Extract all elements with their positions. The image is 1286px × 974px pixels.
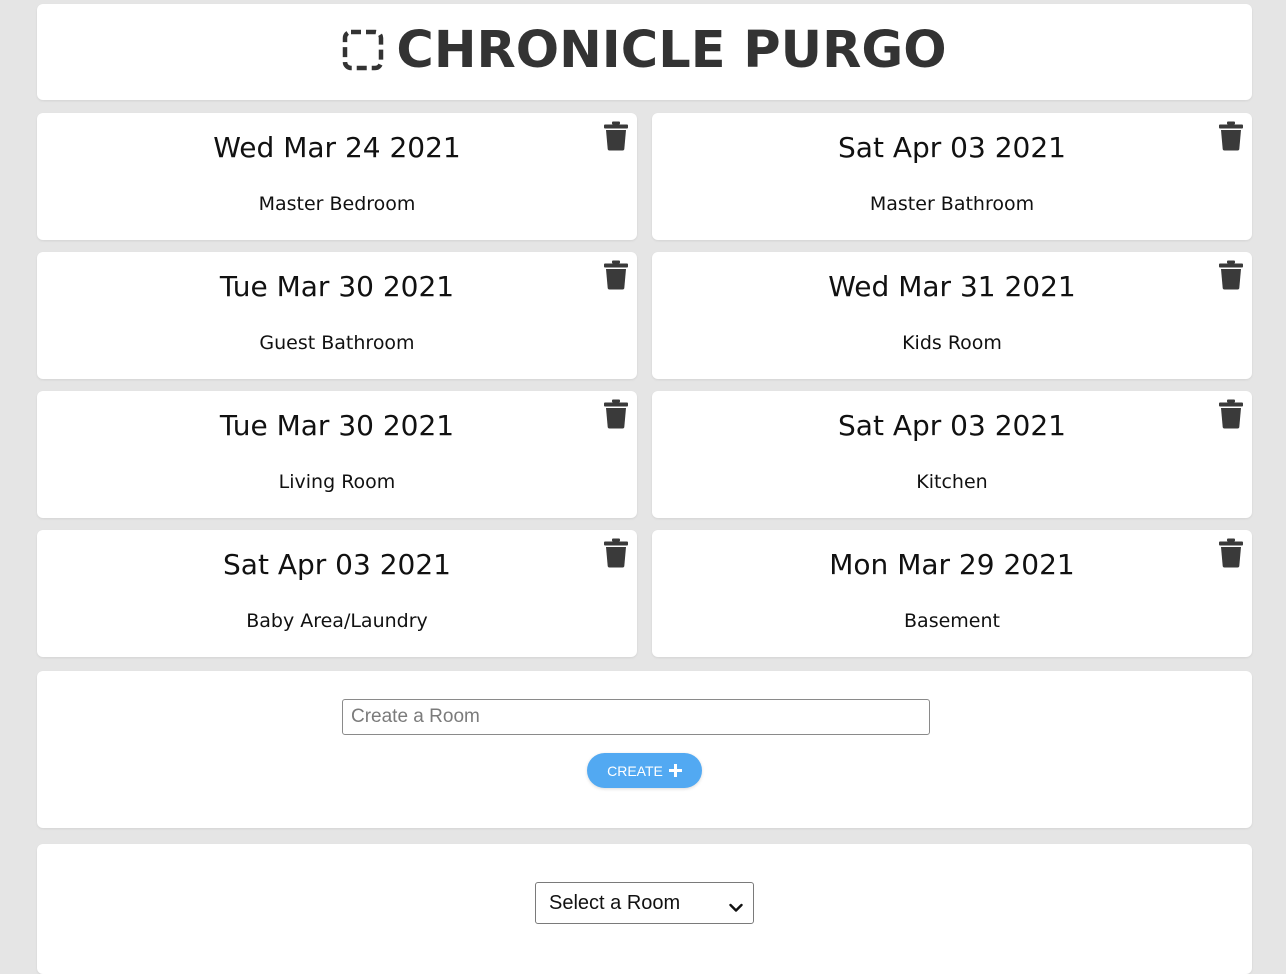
room-card-name: Baby Area/Laundry <box>246 610 428 632</box>
room-card-date: Sat Apr 03 2021 <box>223 548 451 581</box>
chevron-down-icon <box>729 898 743 912</box>
trash-icon[interactable] <box>603 399 629 429</box>
create-room-input[interactable] <box>342 699 930 735</box>
trash-icon[interactable] <box>603 260 629 290</box>
trash-icon[interactable] <box>1218 121 1244 151</box>
room-card: Sat Apr 03 2021 Kitchen <box>652 391 1252 518</box>
trash-icon[interactable] <box>1218 399 1244 429</box>
room-card-name: Guest Bathroom <box>259 332 415 354</box>
select-room-panel: Select a Room <box>37 844 1252 974</box>
trash-icon[interactable] <box>603 121 629 151</box>
header-brand: CHRONICLE PURGO <box>342 20 947 80</box>
room-card: Sat Apr 03 2021 Baby Area/Laundry <box>37 530 637 657</box>
room-card-grid: Wed Mar 24 2021 Master Bedroom Sat Apr 0… <box>37 113 1252 657</box>
room-card-date: Mon Mar 29 2021 <box>829 548 1075 581</box>
room-card-name: Basement <box>904 610 1000 632</box>
room-card: Sat Apr 03 2021 Master Bathroom <box>652 113 1252 240</box>
trash-icon[interactable] <box>1218 538 1244 568</box>
room-card: Tue Mar 30 2021 Guest Bathroom <box>37 252 637 379</box>
plus-icon <box>668 764 682 777</box>
trash-icon[interactable] <box>1218 260 1244 290</box>
room-select[interactable]: Select a Room <box>535 882 754 924</box>
room-card-name: Living Room <box>278 471 396 493</box>
room-card: Wed Mar 24 2021 Master Bedroom <box>37 113 637 240</box>
room-card-date: Wed Mar 31 2021 <box>828 270 1076 303</box>
dashed-square-icon <box>342 29 384 71</box>
create-room-panel: CREATE <box>37 671 1252 828</box>
room-card-name: Kitchen <box>916 471 988 493</box>
room-card: Wed Mar 31 2021 Kids Room <box>652 252 1252 379</box>
create-button-label: CREATE <box>607 762 663 779</box>
app-title: CHRONICLE PURGO <box>396 20 947 80</box>
room-card-date: Tue Mar 30 2021 <box>219 409 455 442</box>
header-panel: CHRONICLE PURGO <box>37 4 1252 100</box>
room-card-name: Master Bedroom <box>258 193 416 215</box>
room-card: Tue Mar 30 2021 Living Room <box>37 391 637 518</box>
room-card-date: Sat Apr 03 2021 <box>838 131 1066 164</box>
room-card-date: Tue Mar 30 2021 <box>219 270 455 303</box>
room-card: Mon Mar 29 2021 Basement <box>652 530 1252 657</box>
room-card-date: Wed Mar 24 2021 <box>213 131 461 164</box>
room-card-date: Sat Apr 03 2021 <box>838 409 1066 442</box>
room-select-value: Select a Room <box>549 891 681 914</box>
create-button[interactable]: CREATE <box>587 753 702 788</box>
room-card-name: Master Bathroom <box>869 193 1035 215</box>
trash-icon[interactable] <box>603 538 629 568</box>
room-card-name: Kids Room <box>902 332 1002 354</box>
